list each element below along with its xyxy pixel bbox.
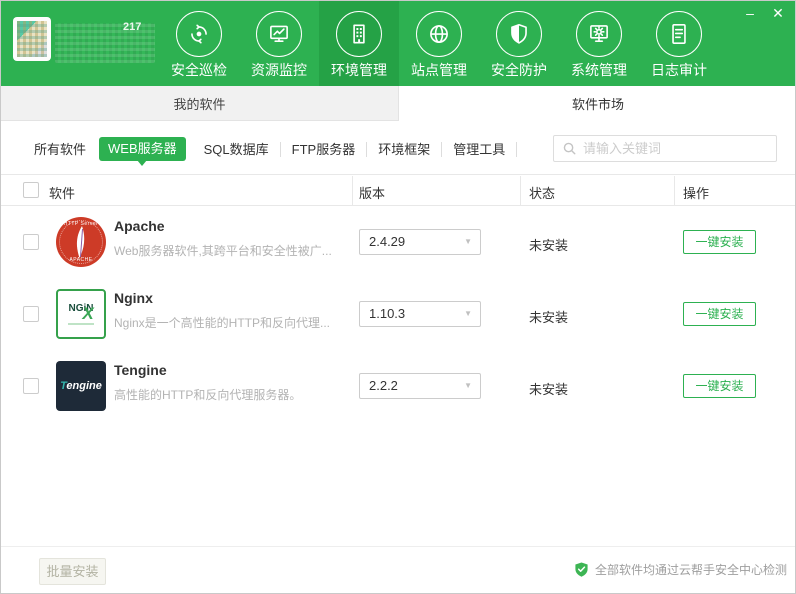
nav-item-site-manage[interactable]: 站点管理 bbox=[399, 1, 479, 86]
apache-ring-text-bottom: APACHE bbox=[69, 257, 93, 263]
selected-filter-pointer bbox=[137, 160, 148, 166]
security-protect-icon bbox=[496, 11, 542, 57]
top-navigation-bar: – ✕ 217 安全巡检 资源监控 环境管理 站点管理 安全防护 系统管理 日志… bbox=[1, 1, 795, 86]
software-name: Tengine bbox=[114, 362, 167, 378]
one-click-install-button[interactable]: 一键安装 bbox=[683, 230, 756, 254]
nginx-logo-x: X bbox=[82, 303, 94, 323]
security-scan-icon bbox=[176, 11, 222, 57]
table-row-tengine: Tengine Tengine 高性能的HTTP和反向代理服务器。 2.2.2 … bbox=[1, 350, 795, 422]
nginx-logo: NGiN X bbox=[56, 289, 106, 339]
nav-label: 安全防护 bbox=[491, 62, 547, 78]
version-dropdown[interactable]: 2.2.2 ▼ bbox=[359, 373, 481, 399]
system-manage-icon bbox=[576, 11, 622, 57]
software-description: Nginx是一个高性能的HTTP和反向代理... bbox=[114, 316, 331, 330]
row-checkbox[interactable] bbox=[23, 234, 39, 250]
col-software: 软件 bbox=[49, 186, 76, 201]
nav-label: 系统管理 bbox=[571, 62, 627, 78]
nav-label: 站点管理 bbox=[411, 62, 467, 78]
version-value: 2.2.2 bbox=[369, 378, 398, 393]
version-value: 2.4.29 bbox=[369, 234, 406, 249]
tab-software-market[interactable]: 软件市场 bbox=[399, 86, 795, 121]
category-filter-bar: 所有软件 WEB服务器 SQL数据库 FTP服务器 环境框架 管理工具 bbox=[23, 137, 518, 166]
security-note-text: 全部软件均通过云帮手安全中心检测 bbox=[594, 563, 787, 577]
nav-item-security-protect[interactable]: 安全防护 bbox=[479, 1, 559, 86]
nav-label: 资源监控 bbox=[251, 62, 307, 78]
software-description: Web服务器软件,其跨平台和安全性被广... bbox=[114, 244, 332, 258]
filter-ftp-server[interactable]: FTP服务器 bbox=[281, 141, 368, 157]
tengine-logo-rest: engine bbox=[66, 380, 102, 392]
filter-manage-tools[interactable]: 管理工具 bbox=[442, 141, 518, 157]
column-divider bbox=[520, 176, 521, 206]
tab-my-software[interactable]: 我的软件 bbox=[1, 86, 399, 121]
one-click-install-button[interactable]: 一键安装 bbox=[683, 374, 756, 398]
software-tabs: 我的软件 软件市场 bbox=[1, 86, 795, 121]
tengine-logo: Tengine bbox=[56, 361, 106, 411]
col-action: 操作 bbox=[683, 186, 710, 201]
main-nav: 安全巡检 资源监控 环境管理 站点管理 安全防护 系统管理 日志审计 bbox=[159, 1, 719, 86]
filter-all-software[interactable]: 所有软件 bbox=[23, 142, 97, 157]
tengine-logo-text: Tengine bbox=[60, 380, 102, 392]
nginx-logo-subline bbox=[68, 322, 94, 325]
nav-label: 环境管理 bbox=[331, 62, 387, 78]
site-manage-icon bbox=[416, 11, 462, 57]
security-note: 全部软件均通过云帮手安全中心检测 bbox=[574, 561, 787, 578]
redacted-logo-mosaic bbox=[17, 21, 47, 57]
table-row-nginx: NGiN X Nginx Nginx是一个高性能的HTTP和反向代理... 1.… bbox=[1, 278, 795, 350]
table-header: 软件 版本 状态 操作 bbox=[1, 174, 795, 206]
filter-sql-database[interactable]: SQL数据库 bbox=[193, 141, 281, 157]
filter-web-server[interactable]: WEB服务器 bbox=[99, 137, 186, 166]
redacted-text-fragment: 217 bbox=[123, 21, 142, 33]
software-name: Nginx bbox=[114, 290, 153, 306]
log-audit-icon bbox=[656, 11, 702, 57]
version-dropdown[interactable]: 2.4.29 ▼ bbox=[359, 229, 481, 255]
select-all-checkbox[interactable] bbox=[23, 182, 39, 198]
software-name: Apache bbox=[114, 218, 165, 234]
app-logo bbox=[13, 17, 51, 61]
version-dropdown[interactable]: 1.10.3 ▼ bbox=[359, 301, 481, 327]
footer-bar: 批量安装 全部软件均通过云帮手安全中心检测 bbox=[1, 546, 795, 593]
one-click-install-button[interactable]: 一键安装 bbox=[683, 302, 756, 326]
chevron-down-icon: ▼ bbox=[464, 309, 472, 318]
filter-env-framework[interactable]: 环境框架 bbox=[367, 141, 443, 157]
column-divider bbox=[352, 176, 353, 206]
apache-logo: HTTP Server APACHE bbox=[56, 217, 106, 267]
row-checkbox[interactable] bbox=[23, 378, 39, 394]
close-button[interactable]: ✕ bbox=[769, 4, 787, 22]
col-version: 版本 bbox=[359, 186, 386, 201]
batch-install-button[interactable]: 批量安装 bbox=[39, 558, 106, 585]
nav-item-security-scan[interactable]: 安全巡检 bbox=[159, 1, 239, 86]
status-text: 未安装 bbox=[529, 238, 569, 253]
status-text: 未安装 bbox=[529, 310, 569, 325]
nav-label: 日志审计 bbox=[651, 62, 707, 78]
nav-item-environment-manage[interactable]: 环境管理 bbox=[319, 1, 399, 86]
app-window: – ✕ 217 安全巡检 资源监控 环境管理 站点管理 安全防护 系统管理 日志… bbox=[0, 0, 796, 594]
filter-web-server-label: WEB服务器 bbox=[108, 141, 177, 156]
minimize-button[interactable]: – bbox=[741, 4, 759, 22]
col-status: 状态 bbox=[529, 186, 556, 201]
resource-monitor-icon bbox=[256, 11, 302, 57]
version-value: 1.10.3 bbox=[369, 306, 406, 321]
chevron-down-icon: ▼ bbox=[464, 381, 472, 390]
search-box bbox=[553, 135, 777, 162]
nav-item-system-manage[interactable]: 系统管理 bbox=[559, 1, 639, 86]
table-row-apache: HTTP Server APACHE Apache Web服务器软件,其跨平台和… bbox=[1, 206, 795, 278]
search-input[interactable] bbox=[583, 141, 768, 156]
nav-item-resource-monitor[interactable]: 资源监控 bbox=[239, 1, 319, 86]
row-checkbox[interactable] bbox=[23, 306, 39, 322]
nav-label: 安全巡检 bbox=[171, 62, 227, 78]
software-description: 高性能的HTTP和反向代理服务器。 bbox=[114, 388, 302, 402]
column-divider bbox=[674, 176, 675, 206]
shield-check-icon bbox=[575, 562, 588, 577]
nav-item-log-audit[interactable]: 日志审计 bbox=[639, 1, 719, 86]
environment-manage-icon bbox=[336, 11, 382, 57]
chevron-down-icon: ▼ bbox=[464, 237, 472, 246]
search-icon bbox=[563, 142, 576, 155]
status-text: 未安装 bbox=[529, 382, 569, 397]
